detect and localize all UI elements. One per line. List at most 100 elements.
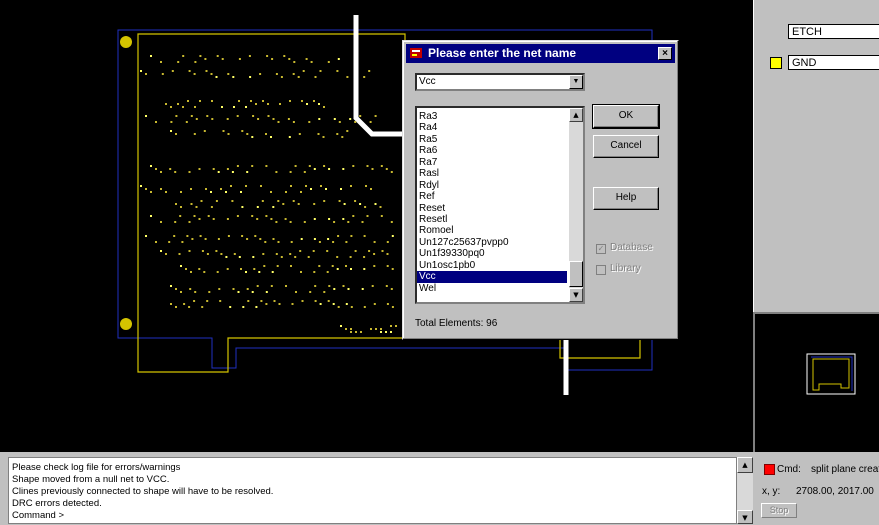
- help-button[interactable]: Help: [593, 187, 659, 210]
- library-checkbox[interactable]: [596, 265, 606, 275]
- via: [170, 121, 173, 123]
- via: [231, 200, 234, 202]
- console-scrollbar[interactable]: ▲ ▼: [737, 457, 753, 524]
- chevron-down-icon[interactable]: ▼: [569, 75, 583, 89]
- via: [313, 218, 316, 220]
- via: [266, 55, 269, 57]
- world-view[interactable]: [753, 312, 879, 452]
- net-list-item[interactable]: Ra5: [417, 134, 567, 145]
- via: [246, 133, 249, 135]
- subclass-color-swatch[interactable]: [770, 57, 782, 69]
- via: [265, 291, 268, 293]
- console-output[interactable]: Please check log file for errors/warning…: [8, 457, 737, 524]
- via: [258, 271, 261, 273]
- via: [238, 256, 241, 258]
- subclass-field[interactable]: GND: [788, 55, 879, 70]
- via: [210, 73, 213, 75]
- via: [221, 106, 223, 108]
- via: [373, 303, 376, 305]
- net-list-scrollbar[interactable]: ▲ ▼: [569, 108, 583, 302]
- via: [303, 221, 306, 223]
- net-list-item[interactable]: Reset: [417, 203, 567, 214]
- via: [201, 250, 204, 252]
- via: [170, 303, 172, 305]
- dialog-titlebar[interactable]: Please enter the net name ×: [406, 44, 675, 63]
- via: [205, 188, 207, 190]
- via: [280, 256, 283, 258]
- via: [195, 206, 198, 208]
- mounting-hole: [120, 318, 132, 330]
- via: [231, 171, 234, 173]
- via: [336, 268, 339, 270]
- via: [199, 100, 201, 102]
- via: [374, 203, 377, 205]
- net-list-item[interactable]: Un1f39330pq0: [417, 248, 567, 259]
- stop-button[interactable]: Stop: [761, 503, 797, 518]
- via: [363, 306, 366, 308]
- via: [277, 241, 280, 243]
- via: [220, 253, 223, 255]
- via: [218, 288, 221, 290]
- scroll-up-arrow-icon[interactable]: ▲: [737, 457, 753, 473]
- class-field[interactable]: ETCH: [788, 24, 879, 39]
- via: [241, 130, 244, 132]
- via: [373, 253, 376, 255]
- net-list-item[interactable]: Romoel: [417, 225, 567, 236]
- via: [350, 328, 352, 330]
- net-list-item[interactable]: Ra3: [417, 111, 567, 122]
- via: [140, 70, 142, 72]
- net-list-item[interactable]: Rdyl: [417, 180, 567, 191]
- via: [338, 121, 341, 123]
- net-list-item[interactable]: Wel: [417, 283, 567, 294]
- net-list-item[interactable]: Vcc: [417, 271, 567, 283]
- net-list[interactable]: Ra3 Ra4 Ra5 Ra6 Ra7 Rasl Rdyl Ref Reset Resetl Rom…: [415, 106, 585, 304]
- via: [248, 55, 251, 57]
- via: [326, 250, 329, 252]
- via: [360, 331, 362, 333]
- via: [275, 253, 278, 255]
- via: [262, 253, 265, 255]
- via: [193, 73, 196, 75]
- via: [276, 265, 279, 267]
- via: [346, 76, 349, 78]
- net-list-item[interactable]: Resetl: [417, 214, 567, 225]
- via: [386, 265, 389, 267]
- via: [145, 188, 147, 190]
- via: [336, 133, 339, 135]
- via: [205, 70, 208, 72]
- via: [199, 55, 202, 57]
- close-button[interactable]: ×: [658, 47, 672, 60]
- via: [195, 118, 198, 120]
- via: [272, 238, 275, 240]
- scroll-down-arrow-icon[interactable]: ▼: [569, 288, 583, 302]
- via: [275, 221, 278, 223]
- net-list-item[interactable]: Ra7: [417, 157, 567, 168]
- net-list-item[interactable]: Rasl: [417, 168, 567, 179]
- via: [150, 165, 152, 167]
- scroll-up-arrow-icon[interactable]: ▲: [569, 108, 583, 122]
- via: [240, 268, 242, 270]
- via: [251, 215, 254, 217]
- scroll-down-arrow-icon[interactable]: ▼: [737, 510, 753, 524]
- via: [216, 271, 219, 273]
- net-list-item[interactable]: Ra6: [417, 145, 567, 156]
- via: [270, 191, 272, 193]
- via: [198, 218, 201, 220]
- net-name-combobox[interactable]: Vcc ▼: [415, 73, 585, 91]
- net-list-item[interactable]: Un1osc1pb0: [417, 260, 567, 271]
- via: [260, 300, 263, 302]
- via: [175, 203, 177, 205]
- cmd-label: Cmd:: [777, 464, 801, 475]
- via: [354, 200, 357, 202]
- cancel-button[interactable]: Cancel: [593, 135, 659, 158]
- via: [280, 76, 283, 78]
- ok-button[interactable]: OK: [592, 104, 660, 129]
- net-list-item[interactable]: Ref: [417, 191, 567, 202]
- net-list-item[interactable]: Un127c25637pvpp0: [417, 237, 567, 248]
- database-checkbox[interactable]: ✓: [596, 244, 606, 254]
- via: [337, 235, 340, 237]
- via: [211, 118, 214, 120]
- scroll-thumb[interactable]: [569, 261, 583, 287]
- net-list-item[interactable]: Ra4: [417, 122, 567, 133]
- via: [370, 188, 372, 190]
